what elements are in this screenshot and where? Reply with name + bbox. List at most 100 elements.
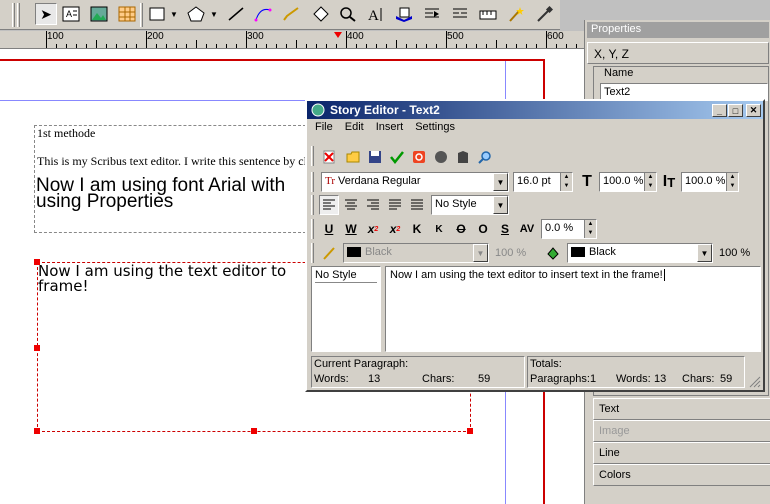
style-list[interactable]: No Style bbox=[311, 266, 381, 352]
small-caps-icon[interactable]: K bbox=[429, 219, 449, 239]
xyz-section-button[interactable]: X, Y, Z bbox=[587, 42, 769, 64]
freehand-line-icon[interactable] bbox=[280, 3, 302, 25]
reload-text-icon[interactable] bbox=[409, 147, 429, 167]
link-frames-icon[interactable] bbox=[421, 3, 443, 25]
align-center-icon[interactable] bbox=[341, 195, 361, 215]
close-icon[interactable]: ✕ bbox=[746, 104, 761, 117]
image-section-button[interactable]: Image bbox=[593, 420, 770, 442]
maximize-icon[interactable]: □ bbox=[728, 104, 743, 117]
ruler-label: 300 bbox=[247, 31, 264, 42]
minimize-icon[interactable]: _ bbox=[712, 104, 727, 117]
save-icon[interactable] bbox=[365, 147, 385, 167]
bezier-tool-icon[interactable] bbox=[252, 3, 274, 25]
fill-color-value: Black bbox=[589, 246, 616, 258]
all-caps-icon[interactable]: K bbox=[407, 219, 427, 239]
text-frame-1[interactable]: 1st methode This is my Scribus text edit… bbox=[34, 125, 306, 233]
table-tool-icon[interactable] bbox=[116, 3, 138, 25]
spin-arrows-icon[interactable]: ▲ ▼ bbox=[560, 173, 572, 191]
unlink-frames-icon[interactable] bbox=[449, 3, 471, 25]
story-editor-icon[interactable] bbox=[393, 3, 415, 25]
chars-label: Chars: bbox=[422, 373, 455, 385]
style-list-item[interactable]: No Style bbox=[315, 269, 377, 283]
edit-text-tool-icon[interactable]: A bbox=[365, 3, 387, 25]
story-text-area[interactable]: Now I am using the text editor to insert… bbox=[385, 266, 761, 352]
ruler-tick bbox=[396, 40, 397, 48]
zoom-tool-icon[interactable] bbox=[337, 3, 359, 25]
scale-v-input[interactable]: 100.0 % ▲ ▼ bbox=[681, 172, 739, 192]
spin-arrows-icon[interactable]: ▲ ▼ bbox=[644, 173, 656, 191]
menu-file[interactable]: File bbox=[315, 121, 333, 139]
fill-shade-value: 100 % bbox=[719, 247, 751, 259]
spin-arrows-icon[interactable]: ▲ ▼ bbox=[726, 173, 738, 191]
ruler-tick bbox=[526, 44, 527, 48]
stroke-color-select[interactable]: Black ▼ bbox=[343, 243, 489, 263]
open-folder-icon[interactable] bbox=[343, 147, 363, 167]
search-replace-icon[interactable] bbox=[431, 147, 451, 167]
clear-text-icon[interactable] bbox=[319, 147, 339, 167]
update-text-icon[interactable] bbox=[387, 147, 407, 167]
rotate-tool-icon[interactable] bbox=[310, 3, 332, 25]
line-tool-icon[interactable] bbox=[225, 3, 247, 25]
font-size-value: 16.0 pt bbox=[517, 175, 551, 187]
toolbar-separator bbox=[140, 3, 143, 27]
eyedropper-icon[interactable] bbox=[533, 3, 555, 25]
chevron-down-icon[interactable]: ▼ bbox=[473, 244, 488, 262]
toolbar-grip[interactable] bbox=[17, 3, 20, 27]
horizontal-ruler: 100 200 300 400 500 600 bbox=[0, 31, 584, 49]
colors-section-button[interactable]: Colors bbox=[593, 464, 770, 486]
text-frame-tool-icon[interactable]: A bbox=[60, 3, 82, 25]
chevron-down-icon[interactable]: ▼ bbox=[493, 196, 508, 214]
chevron-down-icon[interactable]: ▼ bbox=[493, 173, 508, 191]
scale-v-value: 100.0 % bbox=[685, 175, 726, 187]
ruler-tick bbox=[306, 44, 307, 48]
tracking-input[interactable]: 0.0 % ▲ ▼ bbox=[541, 219, 597, 239]
subscript-icon[interactable]: x2 bbox=[363, 219, 383, 239]
shape-dropdown-icon[interactable]: ▼ bbox=[168, 3, 180, 25]
copy-properties-icon[interactable] bbox=[505, 3, 527, 25]
spin-arrows-icon[interactable]: ▲ ▼ bbox=[584, 220, 596, 238]
resize-handle[interactable] bbox=[251, 428, 257, 434]
text-section-button[interactable]: Text bbox=[593, 398, 770, 420]
fill-color-select[interactable]: Black ▼ bbox=[567, 243, 713, 263]
ruler-tick bbox=[336, 44, 337, 48]
image-frame-tool-icon[interactable] bbox=[88, 3, 110, 25]
rectangle-tool-icon[interactable] bbox=[146, 3, 168, 25]
resize-handle[interactable] bbox=[467, 428, 473, 434]
menu-insert[interactable]: Insert bbox=[376, 121, 404, 139]
toolbar-grip[interactable] bbox=[12, 3, 15, 27]
line-section-button[interactable]: Line bbox=[593, 442, 770, 464]
file-toolbar bbox=[311, 145, 501, 169]
resize-handle[interactable] bbox=[34, 428, 40, 434]
chevron-down-icon[interactable]: ▼ bbox=[697, 244, 712, 262]
stroke-shade-value: 100 % bbox=[495, 247, 527, 259]
measure-tool-icon[interactable] bbox=[477, 3, 499, 25]
edit-styles-icon[interactable] bbox=[453, 147, 473, 167]
font-select[interactable]: Tr Verdana Regular ▼ bbox=[321, 172, 509, 192]
resize-handle[interactable] bbox=[34, 345, 40, 351]
select-tool-icon[interactable]: ➤ bbox=[35, 3, 57, 25]
align-right-icon[interactable] bbox=[363, 195, 383, 215]
align-left-icon[interactable] bbox=[319, 195, 339, 215]
superscript-icon[interactable]: x2 bbox=[385, 219, 405, 239]
outline-icon[interactable]: O bbox=[473, 219, 493, 239]
story-editor-titlebar[interactable]: Story Editor - Text2 bbox=[307, 101, 763, 119]
polygon-tool-icon[interactable] bbox=[185, 3, 207, 25]
resize-handle[interactable] bbox=[34, 259, 40, 265]
align-forced-icon[interactable] bbox=[407, 195, 427, 215]
ruler-tick bbox=[536, 44, 537, 48]
shadow-icon[interactable]: S bbox=[495, 219, 515, 239]
font-size-input[interactable]: 16.0 pt ▲ ▼ bbox=[513, 172, 573, 192]
fonts-preview-icon[interactable] bbox=[475, 147, 495, 167]
menu-edit[interactable]: Edit bbox=[345, 121, 364, 139]
ruler-tick bbox=[326, 44, 327, 48]
polygon-dropdown-icon[interactable]: ▼ bbox=[208, 3, 220, 25]
resize-grip-icon[interactable] bbox=[747, 374, 761, 388]
paragraph-style-select[interactable]: No Style ▼ bbox=[431, 195, 509, 215]
align-block-icon[interactable] bbox=[385, 195, 405, 215]
scale-h-input[interactable]: 100.0 % ▲ ▼ bbox=[599, 172, 657, 192]
menu-settings[interactable]: Settings bbox=[415, 121, 455, 139]
underline-icon[interactable]: U bbox=[319, 219, 339, 239]
text-cursor bbox=[663, 269, 665, 281]
underline-words-icon[interactable]: W bbox=[341, 219, 361, 239]
strikethrough-icon[interactable]: O bbox=[451, 219, 471, 239]
